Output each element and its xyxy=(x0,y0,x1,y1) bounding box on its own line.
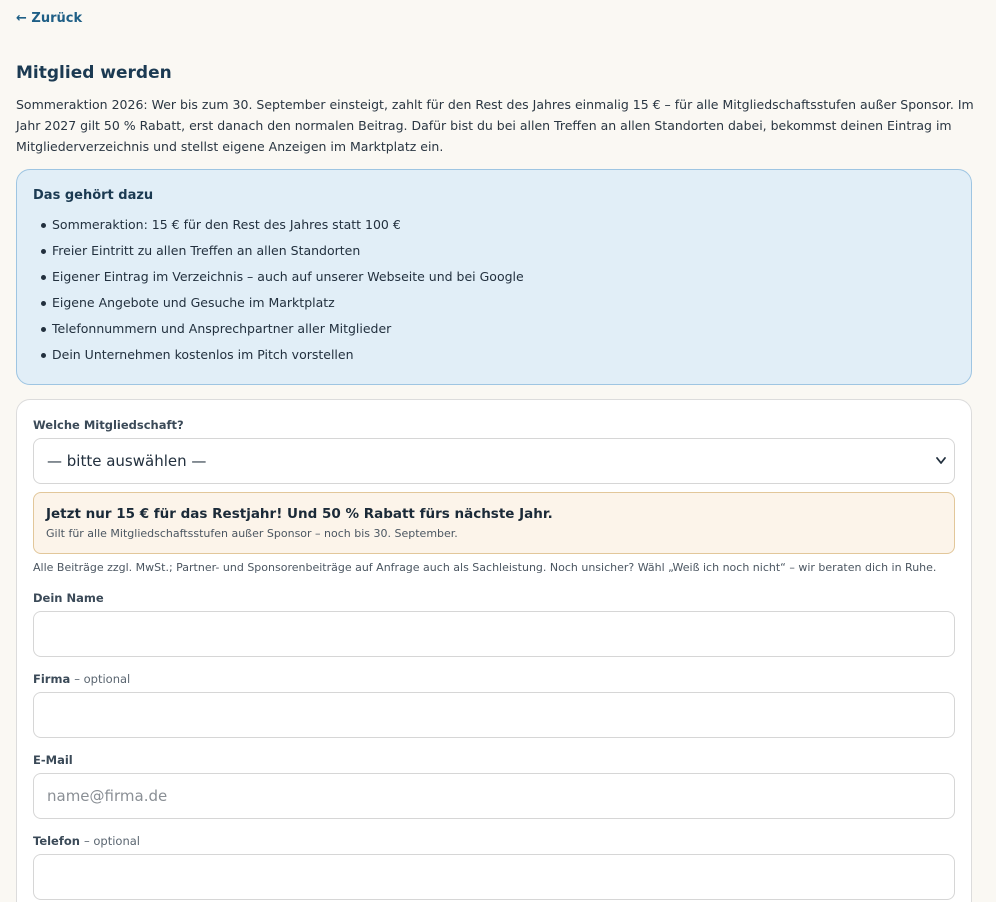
benefits-box: Das gehört dazu Sommeraktion: 15 € für d… xyxy=(16,169,972,385)
name-input[interactable] xyxy=(33,611,955,657)
membership-form: Welche Mitgliedschaft? — bitte auswählen… xyxy=(16,399,972,902)
name-label: Dein Name xyxy=(33,591,104,605)
back-link[interactable]: ← Zurück xyxy=(16,10,82,28)
pricing-hint: Alle Beiträge zzgl. MwSt.; Partner- und … xyxy=(33,561,937,574)
promo-box: Jetzt nur 15 € für das Restjahr! Und 50 … xyxy=(33,492,955,554)
benefit-item: Sommeraktion: 15 € für den Rest des Jahr… xyxy=(41,212,955,238)
benefit-item: Dein Unternehmen kostenlos im Pitch vors… xyxy=(41,342,955,368)
phone-label: Telefon – optional xyxy=(33,833,140,849)
benefits-list: Sommeraktion: 15 € für den Rest des Jahr… xyxy=(33,212,955,368)
email-input[interactable] xyxy=(33,773,955,819)
intro-text: Sommeraktion 2026: Wer bis zum 30. Septe… xyxy=(16,97,974,154)
promo-title: Jetzt nur 15 € für das Restjahr! Und 50 … xyxy=(46,506,553,522)
benefit-item: Eigene Angebote und Gesuche im Marktplat… xyxy=(41,290,955,316)
benefit-item: Freier Eintritt zu allen Treffen an alle… xyxy=(41,238,955,264)
promo-subtitle: Gilt für alle Mitgliedschaftsstufen auße… xyxy=(46,527,458,540)
membership-select[interactable]: — bitte auswählen — xyxy=(33,438,955,484)
chevron-down-icon xyxy=(936,457,946,464)
benefits-title: Das gehört dazu xyxy=(33,188,154,203)
email-label: E-Mail xyxy=(33,753,73,767)
membership-select-value: — bitte auswählen — xyxy=(47,452,207,470)
company-label: Firma – optional xyxy=(33,671,130,687)
phone-input[interactable] xyxy=(33,854,955,900)
page: ← Zurück Mitglied werden Sommeraktion 20… xyxy=(0,0,996,902)
page-title: Mitglied werden xyxy=(16,63,172,83)
company-input[interactable] xyxy=(33,692,955,738)
benefit-item: Eigener Eintrag im Verzeichnis – auch au… xyxy=(41,264,955,290)
company-optional-tag: – optional xyxy=(74,672,131,686)
benefit-item: Telefonnummern und Ansprechpartner aller… xyxy=(41,316,955,342)
company-label-text: Firma xyxy=(33,672,71,686)
phone-label-text: Telefon xyxy=(33,834,80,848)
membership-label: Welche Mitgliedschaft? xyxy=(33,418,184,432)
phone-optional-tag: – optional xyxy=(83,834,140,848)
